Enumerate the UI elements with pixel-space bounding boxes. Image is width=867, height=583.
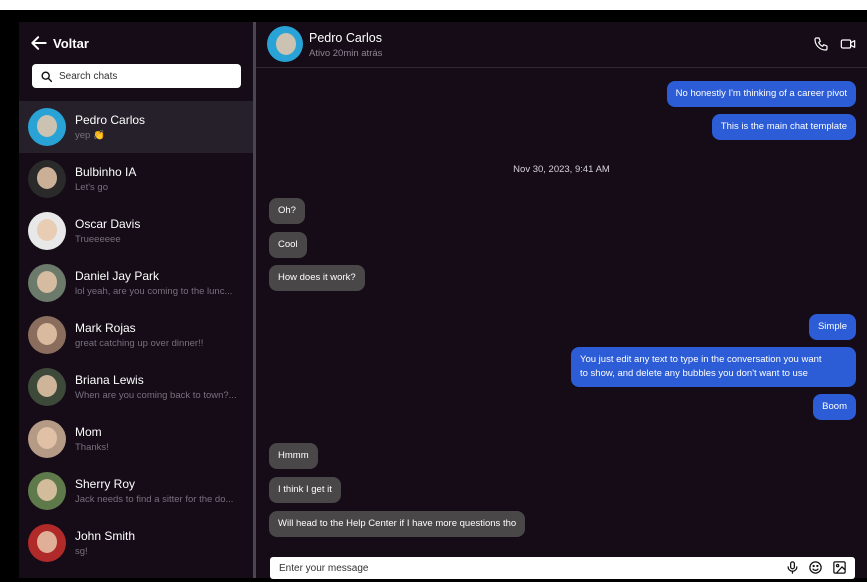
app-window: Voltar Pedro Carlos yep 👏 Bulbinho IA Let'…: [0, 10, 867, 582]
microphone-icon[interactable]: [785, 560, 800, 575]
chat-contact-status: Ativo 20min atrás: [309, 48, 383, 59]
arrow-left-icon: [31, 36, 47, 50]
back-button[interactable]: Voltar: [29, 32, 89, 54]
contact-preview: lol yeah, are you coming to the lunc...: [75, 285, 233, 297]
contact-preview: sg!: [75, 545, 88, 557]
message-outgoing: This is the main chat template: [711, 114, 856, 140]
phone-icon[interactable]: [813, 36, 829, 52]
message-outgoing: Simple: [808, 314, 856, 340]
message-outgoing-multiline: You just edit any text to type in the co…: [571, 347, 856, 387]
message-incoming: Oh?: [269, 198, 305, 224]
contact-name: Bulbinho IA: [75, 164, 137, 179]
image-icon[interactable]: [832, 560, 847, 575]
back-label: Voltar: [53, 35, 89, 51]
contact-item-mom[interactable]: Mom Thanks!: [19, 413, 253, 465]
message-outgoing: Boom: [813, 394, 856, 420]
video-icon[interactable]: [840, 36, 856, 52]
avatar[interactable]: [267, 26, 303, 62]
avatar: [28, 472, 66, 510]
conversation-pane: Pedro Carlos Ativo 20min atrás No honest…: [256, 22, 867, 579]
message-incoming: I think I get it: [269, 477, 341, 503]
chat-header: Pedro Carlos Ativo 20min atrás: [256, 22, 867, 68]
contact-name: Sherry Roy: [75, 476, 136, 491]
contact-preview: Jack needs to find a sitter for the do..…: [75, 493, 234, 505]
contact-item-oscar-davis[interactable]: Oscar Davis Trueeeeee: [19, 205, 253, 257]
chat-list-sidebar: Voltar Pedro Carlos yep 👏 Bulbinho IA Let'…: [19, 22, 253, 578]
avatar: [28, 212, 66, 250]
contact-list: Pedro Carlos yep 👏 Bulbinho IA Let's go Os…: [19, 101, 253, 569]
contact-item-bulbinho-ia[interactable]: Bulbinho IA Let's go: [19, 153, 253, 205]
search-box[interactable]: [32, 64, 241, 88]
avatar: [28, 524, 66, 562]
contact-preview: When are you coming back to town?...: [75, 389, 237, 401]
message-line: You just edit any text to type in the co…: [580, 354, 822, 365]
avatar: [28, 108, 66, 146]
contact-name: Oscar Davis: [75, 216, 141, 231]
message-incoming: Will head to the Help Center if I have m…: [269, 511, 526, 537]
contact-name: Pedro Carlos: [75, 112, 146, 127]
message-outgoing: No honestly I'm thinking of a career piv…: [666, 81, 856, 107]
message-incoming: Cool: [269, 232, 307, 258]
message-line: to show, and delete any bubbles you don'…: [580, 368, 808, 379]
contact-item-sherry-roy[interactable]: Sherry Roy Jack needs to find a sitter fo…: [19, 465, 253, 517]
contact-name: John Smith: [75, 528, 136, 543]
contact-name: Briana Lewis: [75, 372, 144, 387]
avatar: [28, 160, 66, 198]
message-incoming: How does it work?: [269, 265, 365, 291]
message-incoming: Hmmm: [269, 443, 318, 469]
contact-preview: yep 👏: [75, 129, 105, 141]
contact-name: Mom: [75, 424, 102, 439]
message-composer[interactable]: [270, 557, 855, 579]
contact-name: Daniel Jay Park: [75, 268, 160, 283]
contact-item-john-smith[interactable]: John Smith sg!: [19, 517, 253, 569]
search-icon: [41, 70, 53, 82]
contact-preview: great catching up over dinner!!: [75, 337, 204, 349]
contact-preview: Let's go: [75, 181, 108, 193]
contact-item-mark-rojas[interactable]: Mark Rojas great catching up over dinner!…: [19, 309, 253, 361]
contact-name: Mark Rojas: [75, 320, 136, 335]
contact-item-daniel-jay-park[interactable]: Daniel Jay Park lol yeah, are you coming …: [19, 257, 253, 309]
contact-item-pedro-carlos[interactable]: Pedro Carlos yep 👏: [19, 101, 253, 153]
contact-preview: Trueeeeee: [75, 233, 121, 245]
contact-item-briana-lewis[interactable]: Briana Lewis When are you coming back to …: [19, 361, 253, 413]
avatar: [28, 420, 66, 458]
avatar: [28, 316, 66, 354]
search-input[interactable]: [59, 70, 229, 82]
contact-preview: Thanks!: [75, 441, 109, 453]
emoji-icon[interactable]: [808, 560, 823, 575]
chat-contact-name: Pedro Carlos: [309, 31, 382, 45]
avatar: [28, 368, 66, 406]
avatar: [28, 264, 66, 302]
message-input[interactable]: [279, 562, 779, 574]
message-timestamp: Nov 30, 2023, 9:41 AM: [513, 164, 610, 175]
